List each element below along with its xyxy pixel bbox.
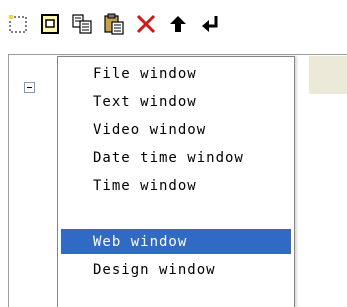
delete-x-icon — [136, 14, 156, 34]
arrow-return-icon — [202, 16, 218, 32]
menu-item-label: Design window — [93, 261, 216, 278]
delete-button[interactable] — [130, 8, 162, 40]
menu-item-label: Date time window — [93, 149, 244, 166]
menu-item-web-window[interactable]: Web window — [61, 229, 291, 254]
menu-item-label: File window — [93, 65, 197, 82]
copy-button[interactable] — [66, 8, 98, 40]
copy-icon — [72, 14, 92, 34]
menu-item-file-window[interactable]: File window — [61, 61, 291, 86]
menu-item-label: Time window — [93, 177, 197, 194]
menu-item-time-window[interactable]: Time window — [61, 173, 291, 198]
arrow-up-icon — [170, 16, 186, 32]
menu-item-label: Web window — [93, 233, 188, 250]
toolbar — [0, 0, 347, 44]
paste-button[interactable] — [98, 8, 130, 40]
move-back-button[interactable] — [194, 8, 226, 40]
pane-side-strip — [309, 56, 347, 94]
menu-item-label: Video window — [93, 121, 207, 138]
context-menu: File window Text window Video window Dat… — [57, 56, 295, 307]
collapse-minus-icon[interactable] — [24, 82, 35, 93]
menu-item-design-window[interactable]: Design window — [61, 257, 291, 282]
menu-item-text-window[interactable]: Text window — [61, 89, 291, 114]
new-dotted-icon — [9, 15, 27, 33]
menu-item-date-time-window[interactable]: Date time window — [61, 145, 291, 170]
new-button[interactable] — [2, 8, 34, 40]
paste-icon — [104, 13, 124, 35]
menu-item-video-window[interactable]: Video window — [61, 117, 291, 142]
move-up-button[interactable] — [162, 8, 194, 40]
add-window-icon — [41, 14, 59, 34]
add-window-button[interactable] — [34, 8, 66, 40]
menu-item-label: Text window — [93, 93, 197, 110]
